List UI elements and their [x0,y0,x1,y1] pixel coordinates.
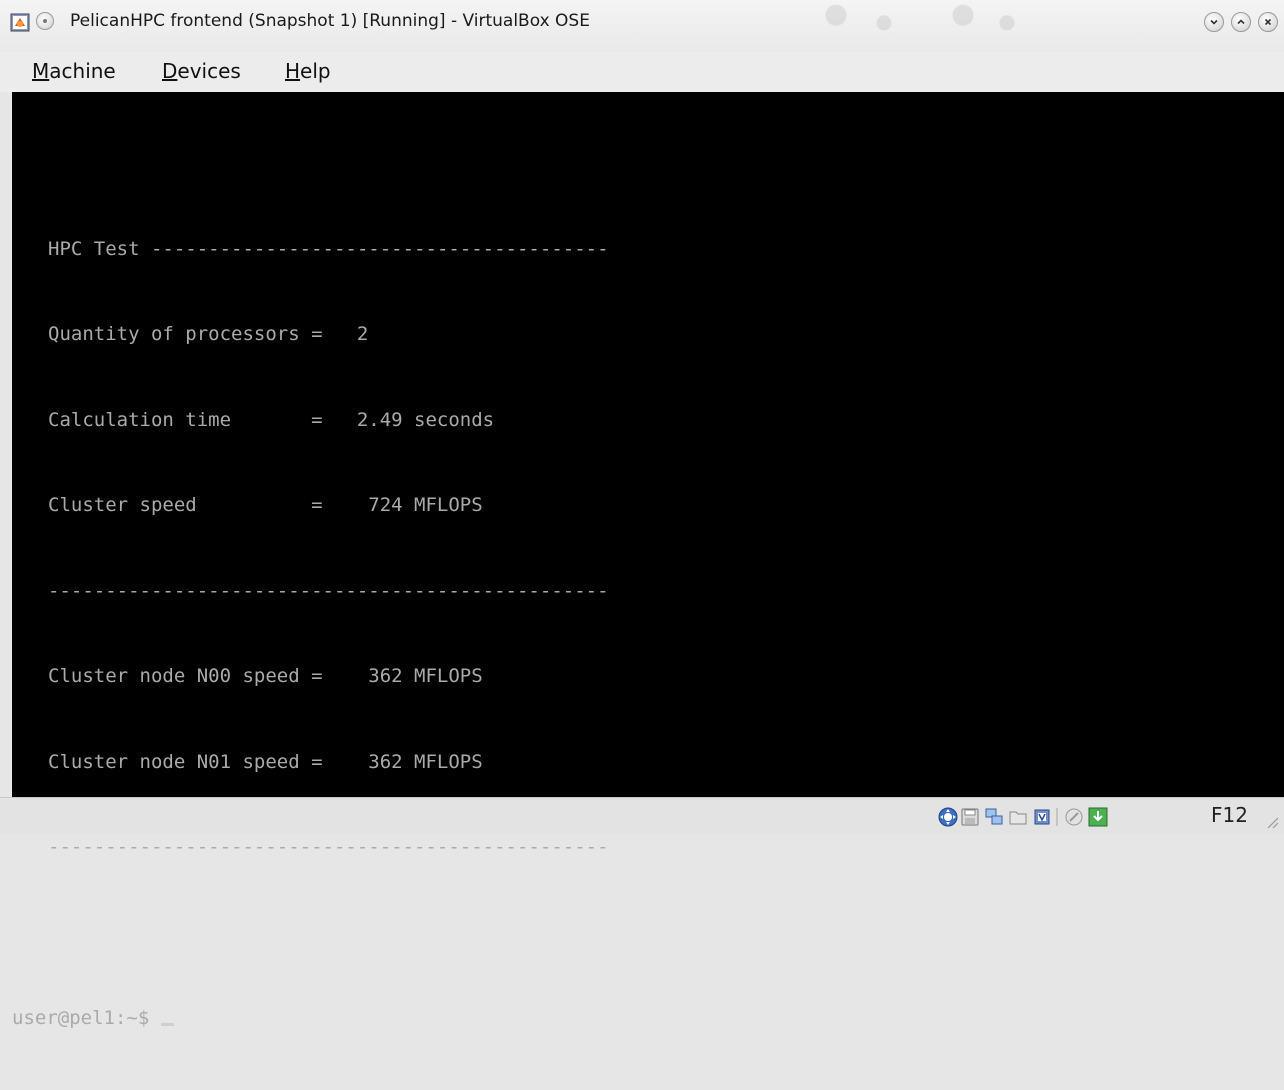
host-key-label: F12 [1211,803,1248,827]
menu-devices[interactable]: Devices [162,59,241,83]
console-line: ----------------------------------------… [12,577,609,606]
menu-label-rest: achine [49,59,116,83]
text-cursor [160,1005,174,1026]
resize-grip-icon[interactable] [1264,810,1280,830]
mouse-integration-icon[interactable] [938,807,958,827]
close-icon[interactable] [1258,12,1278,32]
statusbar-separator [1056,808,1058,826]
console-line-text: HPC Test -------------------------------… [48,237,609,260]
console-line: Calculation time = 2.49 seconds [12,406,609,435]
window-title: PelicanHPC frontend (Snapshot 1) [Runnin… [70,11,590,31]
vm-display[interactable]: HPC Test -------------------------------… [12,92,1284,1029]
usb-icon[interactable] [1064,807,1084,827]
console-line: ----------------------------------------… [12,833,609,862]
virtualization-chip-icon[interactable] [1032,807,1052,827]
console-output: HPC Test -------------------------------… [12,92,609,1090]
menu-machine[interactable]: Machine [32,59,116,83]
console-line: Cluster node N01 speed = 362 MFLOPS [12,748,609,777]
statusbar: F12 [0,797,1284,834]
console-line: Cluster node N00 speed = 362 MFLOPS [12,662,609,691]
console-line-text: Cluster speed = 724 MFLOPS [48,494,483,516]
console-line-text: Quantity of processors = 2 [48,323,369,345]
console-line-text: ----------------------------------------… [48,836,609,858]
menubar: Machine Devices Help [0,52,1284,92]
menu-accel: D [162,59,178,83]
console-line-text: Calculation time = 2.49 seconds [48,408,495,431]
menu-accel: M [32,59,50,83]
console-line-text: ----------------------------------------… [48,579,609,602]
maximize-icon[interactable] [1231,12,1251,32]
console-line-text: Cluster node N00 speed = 362 MFLOPS [48,665,483,687]
titlebar-decoration [800,0,920,38]
console-line: Cluster speed = 724 MFLOPS [12,491,609,520]
host-key-capture-icon[interactable] [1088,807,1108,827]
console-line-text: Cluster node N01 speed = 362 MFLOPS [48,750,483,773]
network-icon[interactable] [984,807,1004,827]
menu-label-rest: elp [300,59,331,83]
menu-help[interactable]: Help [285,59,331,83]
console-prompt-line[interactable]: user@pel1:~$ [12,1004,609,1033]
menu-label-rest: evices [177,59,241,83]
menu-accel: H [285,59,301,83]
shell-prompt: user@pel1:~$ [12,1007,161,1029]
console-line: Quantity of processors = 2 [12,320,609,349]
minimize-icon[interactable] [1204,12,1224,32]
shared-folder-icon[interactable] [1008,807,1028,827]
virtualbox-app-icon[interactable] [10,12,30,32]
console-line: HPC Test -------------------------------… [12,235,609,264]
floppy-disk-icon[interactable] [960,807,980,827]
sticky-button[interactable] [36,12,54,30]
window-titlebar[interactable]: PelicanHPC frontend (Snapshot 1) [Runnin… [0,0,1284,52]
titlebar-decoration [930,0,1040,38]
